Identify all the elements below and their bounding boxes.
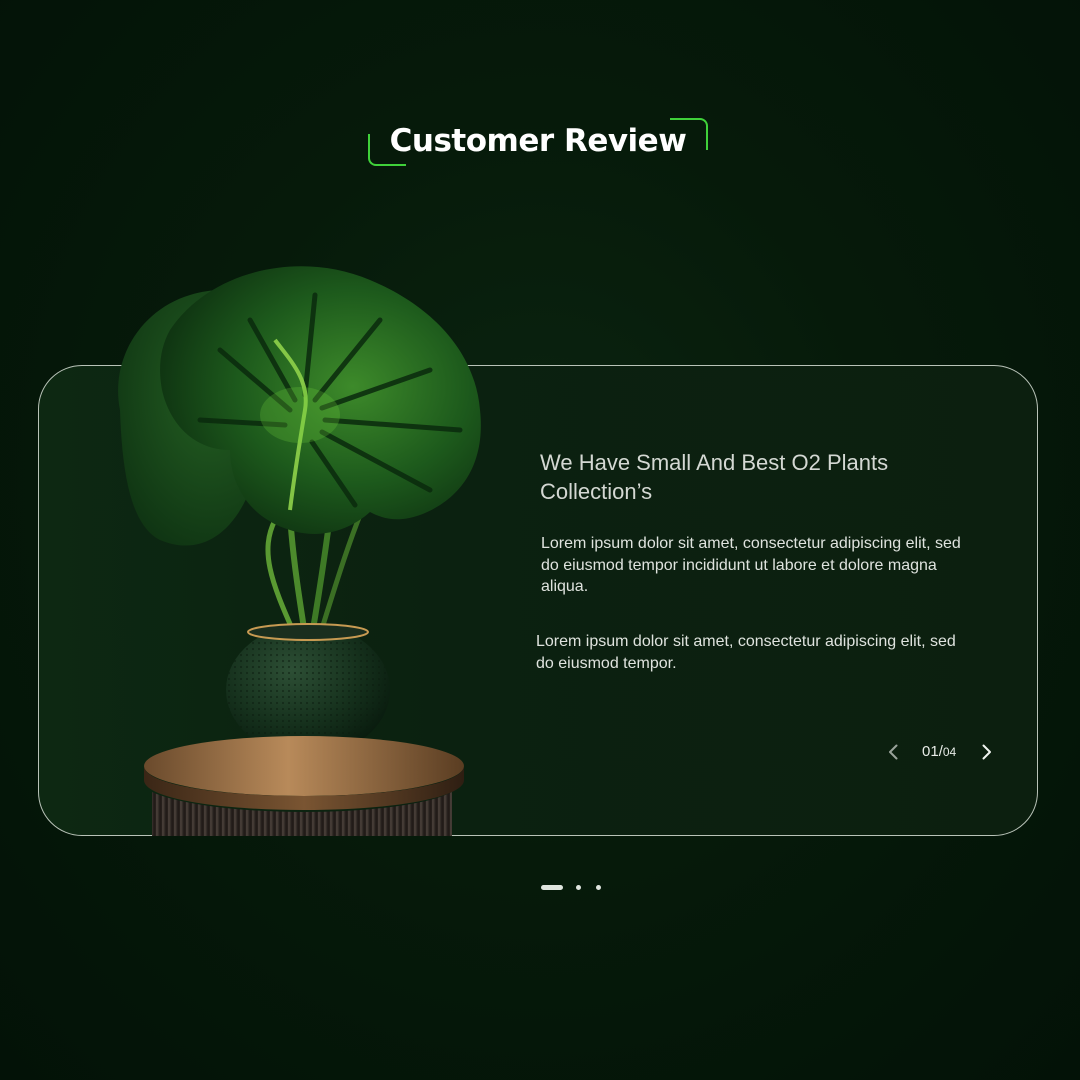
plant-image <box>118 266 481 836</box>
section-title: Customer Review <box>389 123 687 159</box>
card-paragraph-2: Lorem ipsum dolor sit amet, consectetur … <box>536 633 956 672</box>
chevron-left-icon[interactable] <box>884 742 904 762</box>
card-paragraph-1: Lorem ipsum dolor sit amet, consectetur … <box>541 535 961 595</box>
page-counter: 01/04 <box>922 743 956 761</box>
card-title: We Have Small And Best O2 Plants Collect… <box>540 450 889 504</box>
carousel-dot[interactable] <box>596 885 601 890</box>
review-pager: 01/04 <box>884 738 1004 766</box>
section-heading: Customer Review <box>366 116 710 168</box>
carousel-dot-active[interactable] <box>541 885 563 890</box>
page-current: 01 <box>922 743 939 760</box>
carousel-dot[interactable] <box>576 885 581 890</box>
chevron-right-icon[interactable] <box>976 742 996 762</box>
carousel-dots <box>541 884 611 892</box>
page-total: 04 <box>942 745 957 759</box>
page: Customer Review We Have Small And Best O… <box>0 0 1080 1080</box>
